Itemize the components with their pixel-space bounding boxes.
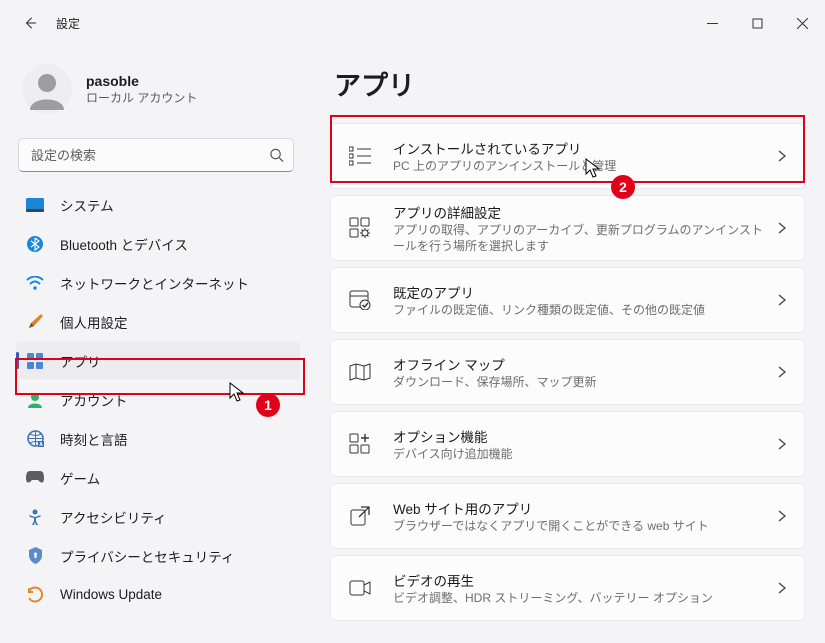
list-icon — [347, 143, 373, 169]
external-link-icon — [347, 503, 373, 529]
system-icon — [26, 196, 44, 214]
card-apps-for-websites[interactable]: Web サイト用のアプリ ブラウザーではなくアプリで開くことができる web サ… — [330, 483, 805, 549]
card-title: 既定のアプリ — [393, 282, 770, 302]
card-subtitle: アプリの取得、アプリのアーカイブ、更新プログラムのアンインストールを行う場所を選… — [393, 222, 770, 254]
search-input[interactable] — [18, 138, 294, 172]
sidebar-item-apps[interactable]: アプリ — [16, 342, 300, 379]
chevron-right-icon — [778, 366, 786, 378]
card-advanced-app-settings[interactable]: アプリの詳細設定 アプリの取得、アプリのアーカイブ、更新プログラムのアンインスト… — [330, 195, 805, 261]
sidebar-item-label: ゲーム — [60, 468, 100, 488]
sidebar-item-label: 時刻と言語 — [60, 429, 128, 449]
user-name: pasoble — [86, 73, 197, 89]
card-title: ビデオの再生 — [393, 570, 770, 590]
svg-text:A: A — [39, 442, 43, 447]
sidebar-item-label: ネットワークとインターネット — [60, 273, 249, 293]
page-title: アプリ — [334, 64, 805, 103]
card-title: アプリの詳細設定 — [393, 202, 770, 222]
privacy-icon — [26, 547, 44, 565]
card-installed-apps[interactable]: インストールされているアプリ PC 上のアプリのアンインストールと管理 — [330, 123, 805, 189]
windows-update-icon — [26, 586, 44, 604]
avatar — [22, 64, 72, 114]
sidebar-item-network[interactable]: ネットワークとインターネット — [16, 264, 300, 301]
sidebar-item-accounts[interactable]: アカウント — [16, 381, 300, 418]
minimize-button[interactable] — [690, 0, 735, 46]
card-title: インストールされているアプリ — [393, 138, 770, 158]
sidebar-item-time-language[interactable]: A 時刻と言語 — [16, 420, 300, 457]
card-video-playback[interactable]: ビデオの再生 ビデオ調整、HDR ストリーミング、バッテリー オプション — [330, 555, 805, 621]
chevron-right-icon — [778, 222, 786, 234]
sidebar-item-label: Windows Update — [60, 587, 162, 602]
card-title: オフライン マップ — [393, 354, 770, 374]
default-apps-icon — [347, 287, 373, 313]
gaming-icon — [26, 469, 44, 487]
maximize-button[interactable] — [735, 0, 780, 46]
sidebar-item-label: プライバシーとセキュリティ — [60, 546, 234, 566]
bluetooth-icon — [26, 235, 44, 253]
sidebar-item-personalization[interactable]: 個人用設定 — [16, 303, 300, 340]
card-subtitle: ファイルの既定値、リンク種類の既定値、その他の既定値 — [393, 302, 770, 318]
chevron-right-icon — [778, 294, 786, 306]
account-icon — [26, 391, 44, 409]
sidebar-item-label: アクセシビリティ — [60, 507, 167, 527]
card-title: オプション機能 — [393, 426, 770, 446]
sidebar-item-gaming[interactable]: ゲーム — [16, 459, 300, 496]
card-subtitle: ダウンロード、保存場所、マップ更新 — [393, 374, 770, 390]
card-optional-features[interactable]: オプション機能 デバイス向け追加機能 — [330, 411, 805, 477]
user-profile[interactable]: pasoble ローカル アカウント — [0, 52, 310, 132]
accessibility-icon — [26, 508, 44, 526]
close-button[interactable] — [780, 0, 825, 46]
sidebar-item-label: アカウント — [60, 390, 128, 410]
card-subtitle: ビデオ調整、HDR ストリーミング、バッテリー オプション — [393, 590, 770, 606]
sidebar-item-label: Bluetooth とデバイス — [60, 234, 188, 254]
sidebar-item-label: アプリ — [60, 351, 101, 371]
wifi-icon — [26, 274, 44, 292]
card-subtitle: PC 上のアプリのアンインストールと管理 — [393, 158, 770, 174]
window-title: 設定 — [56, 15, 80, 32]
card-offline-maps[interactable]: オフライン マップ ダウンロード、保存場所、マップ更新 — [330, 339, 805, 405]
sidebar-item-label: 個人用設定 — [60, 312, 128, 332]
sidebar-item-system[interactable]: システム — [16, 186, 300, 223]
sidebar-item-accessibility[interactable]: アクセシビリティ — [16, 498, 300, 535]
card-title: Web サイト用のアプリ — [393, 498, 770, 518]
chevron-right-icon — [778, 150, 786, 162]
chevron-right-icon — [778, 510, 786, 522]
user-subtitle: ローカル アカウント — [86, 89, 197, 106]
card-subtitle: デバイス向け追加機能 — [393, 446, 770, 462]
chevron-right-icon — [778, 582, 786, 594]
back-button[interactable] — [14, 7, 46, 39]
apps-icon — [26, 352, 44, 370]
apps-gear-icon — [347, 215, 373, 241]
sidebar-item-privacy[interactable]: プライバシーとセキュリティ — [16, 537, 300, 574]
chevron-right-icon — [778, 438, 786, 450]
card-subtitle: ブラウザーではなくアプリで開くことができる web サイト — [393, 518, 770, 534]
sidebar-item-bluetooth[interactable]: Bluetooth とデバイス — [16, 225, 300, 262]
brush-icon — [26, 313, 44, 331]
sidebar-item-label: システム — [60, 195, 114, 215]
add-apps-icon — [347, 431, 373, 457]
map-icon — [347, 359, 373, 385]
sidebar-item-windows-update[interactable]: Windows Update — [16, 576, 300, 613]
time-language-icon: A — [26, 430, 44, 448]
video-icon — [347, 575, 373, 601]
card-default-apps[interactable]: 既定のアプリ ファイルの既定値、リンク種類の既定値、その他の既定値 — [330, 267, 805, 333]
